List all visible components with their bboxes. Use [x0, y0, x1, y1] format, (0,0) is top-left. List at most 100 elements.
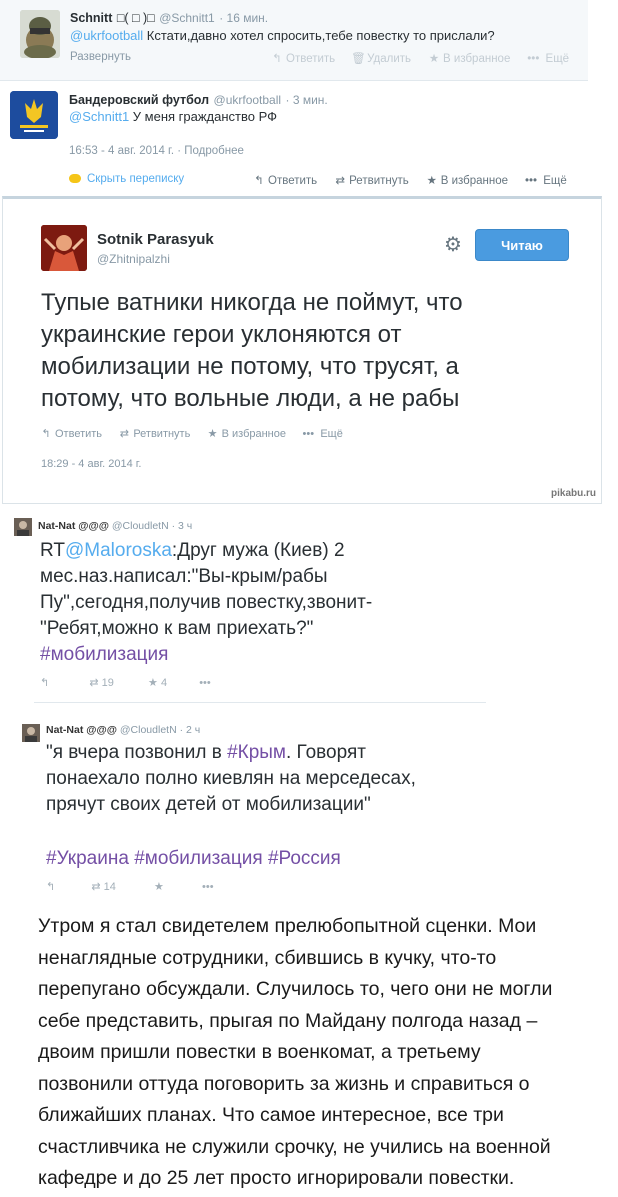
tweet-line: :Друг мужа (Киев) 2 — [171, 540, 345, 561]
favorite-button[interactable]: ★ В избранное — [425, 175, 508, 187]
tweet-line: мес.наз.написал:"Вы-крым/рабы — [40, 566, 328, 587]
more-button[interactable]: ••• Ещё — [524, 175, 567, 187]
mention-link[interactable]: @Maloroska — [65, 540, 172, 561]
avatar-natnat[interactable] — [22, 724, 40, 742]
tweet-actions: ↰ Ответить ⇄ Ретвитнуть ★ В избранное ••• Е… — [252, 173, 567, 187]
hide-conversation-link[interactable]: Скрыть переписку — [69, 173, 184, 185]
more-dots-icon: ••• — [524, 175, 538, 187]
tweet-ukrfootball: Бандеровский футбол @ukrfootball · 3 мин… — [0, 81, 588, 193]
tweet-line: прячут своих детей от мобилизации" — [46, 794, 371, 815]
retweet-icon: ⇄ — [89, 677, 99, 689]
reply-button[interactable]: ↰ Ответить — [270, 53, 335, 65]
tweet-time[interactable]: · 3 мин. — [286, 93, 328, 107]
avatar-natnat[interactable] — [14, 518, 32, 536]
tweet-text: Тупые ватники никогда не поймут, что укр… — [41, 287, 601, 415]
retweet-button[interactable]: ⇄ 19 — [89, 677, 114, 689]
favorite-button[interactable]: ★ — [154, 881, 164, 893]
follow-button[interactable]: Читаю — [475, 229, 569, 261]
trash-icon: 🗑︎ — [351, 53, 366, 65]
reply-icon: ↰ — [272, 53, 282, 65]
star-icon: ★ — [428, 53, 440, 65]
hashtag-link[interactable]: #Крым — [227, 742, 286, 763]
tweet-author-name[interactable]: Schnitt — [70, 11, 112, 25]
favorite-count: 4 — [160, 677, 168, 689]
reply-button[interactable]: ↰ — [46, 881, 55, 893]
mention-link[interactable]: @ukrfootball — [70, 28, 143, 43]
tweet-line: потому, что вольные люди, а не рабы — [41, 385, 460, 412]
tweet-datetime[interactable]: 16:53 - 4 авг. 2014 г. — [69, 145, 174, 157]
paragraph-line: перепугано обсуждали. Случилось то, чего… — [38, 978, 553, 1000]
more-dots-icon: ••• — [527, 53, 540, 65]
retweet-button[interactable]: ⇄ Ретвитнуть — [333, 175, 408, 187]
favorite-button[interactable]: ★ В избранное — [206, 428, 286, 440]
avatar-ukrfootball[interactable] — [10, 91, 58, 139]
reply-button[interactable]: ↰ — [40, 677, 49, 689]
hashtag-link[interactable]: #Украина — [46, 848, 129, 869]
paragraph-line: счастливчика не служили срочку, не учили… — [38, 1135, 551, 1158]
retweet-icon: ⇄ — [335, 175, 345, 187]
tweet-line: украинские герои уклоняются от — [41, 321, 402, 348]
delete-button[interactable]: 🗑︎Удалить — [351, 53, 411, 65]
tweet-author-name[interactable]: Sotnik Parasyuk — [97, 231, 214, 248]
reply-icon: ↰ — [46, 881, 56, 893]
retweet-button[interactable]: ⇄ 14 — [91, 881, 116, 893]
more-button[interactable]: ••• Ещё — [526, 53, 569, 65]
paragraph-line: ненаглядные сотрудники, сбившись в кучку… — [38, 946, 497, 969]
mention-link[interactable]: @Schnitt1 — [69, 109, 129, 124]
tweet-line: . Говорят — [286, 742, 366, 763]
tweet-actions: ↰ Ответить 🗑︎Удалить ★ В избранное ••• Ещё — [270, 51, 569, 65]
tweet-text: @ukrfootball Кстати,давно хотел спросить… — [70, 28, 495, 43]
tweet-author-handle[interactable]: @Schnitt1 — [159, 11, 215, 25]
tweet-line: "я вчера позвонил в — [46, 742, 228, 763]
tweet-text: RT@Maloroska:Друг мужа (Киев) 2 мес.наз.… — [40, 538, 610, 668]
tweet-author-handle[interactable]: @CloudletN — [120, 724, 177, 736]
more-dots-icon: ••• — [302, 428, 315, 440]
hashtag-link[interactable]: #мобилизация — [40, 642, 610, 668]
divider — [34, 702, 486, 703]
favorite-button[interactable]: ★ 4 — [148, 677, 167, 689]
rt-label: RT — [40, 540, 65, 561]
tweet-author-handle[interactable]: @Zhitnipalzhi — [97, 252, 170, 266]
retweet-icon: ⇄ — [119, 428, 129, 440]
reply-icon: ↰ — [41, 428, 51, 440]
avatar-sotnik[interactable] — [41, 225, 87, 271]
gear-icon[interactable]: ⚙ — [444, 232, 462, 257]
tweet-actions: ↰ ⇄ 14 ★ ••• — [46, 880, 214, 893]
tweet-body: Кстати,давно хотел спросить,тебе повестк… — [143, 28, 495, 43]
tweet-author-handle[interactable]: @CloudletN — [112, 520, 169, 532]
paragraph-line: ближайших планах. Что самое интересное, … — [38, 1104, 504, 1126]
reply-icon: ↰ — [254, 175, 264, 187]
tweet-header: Schnitt □( □ )□ @Schnitt1 · 16 мин. — [70, 9, 268, 27]
tweet-time[interactable]: · 16 мин. — [219, 11, 268, 25]
expand-link[interactable]: Развернуть — [70, 51, 131, 63]
hashtag-link[interactable]: #мобилизация — [134, 848, 262, 869]
more-button[interactable]: ••• — [199, 677, 211, 689]
hashtag-link[interactable]: #Россия — [268, 848, 341, 869]
more-button[interactable]: ••• — [202, 881, 214, 893]
tweet-datetime[interactable]: 18:29 - 4 авг. 2014 г. — [41, 458, 141, 470]
avatar-schnitt[interactable] — [20, 10, 60, 58]
star-icon: ★ — [207, 428, 218, 440]
paragraph-line: позвонили оттуда поговорить за жизнь и с… — [38, 1072, 530, 1095]
reply-button[interactable]: ↰ Ответить — [252, 175, 317, 187]
tweet-author-name[interactable]: Nat-Nat @@@ — [38, 520, 109, 532]
tweet-line: "Ребят,можно к вам приехать?" — [40, 618, 314, 639]
tweet-author-handle[interactable]: @ukrfootball — [214, 93, 282, 107]
more-button[interactable]: ••• Ещё — [301, 428, 343, 440]
tweet-author-name-suffix: □( □ )□ — [116, 11, 155, 25]
reply-button[interactable]: ↰ Ответить — [39, 428, 102, 440]
favorite-button[interactable]: ★ В избранное — [427, 53, 510, 65]
speech-bubble-icon — [69, 174, 81, 183]
retweet-icon: ⇄ — [91, 881, 101, 893]
retweet-button[interactable]: ⇄ Ретвитнуть — [117, 428, 191, 440]
tweet-actions: ↰ ⇄ 19 ★ 4 ••• — [40, 676, 211, 689]
details-link[interactable]: · Подробнее — [177, 145, 244, 157]
tweet-author-name[interactable]: Бандеровский футбол — [69, 93, 209, 107]
tweet-author-name[interactable]: Nat-Nat @@@ — [46, 724, 117, 736]
tweet-natnat-1: Nat-Nat @@@ @CloudletN · 3 ч RT@Malorosk… — [0, 508, 618, 703]
tweet-time[interactable]: · 2 ч — [180, 724, 201, 736]
tweet-schnitt: Schnitt □( □ )□ @Schnitt1 · 16 мин. @ukr… — [0, 0, 588, 81]
tweet-line: Тупые ватники никогда не поймут, что — [41, 289, 463, 316]
tweet-time[interactable]: · 3 ч — [172, 520, 193, 532]
tweet-line: Пу",сегодня,получив повестку,звонит- — [40, 592, 373, 613]
